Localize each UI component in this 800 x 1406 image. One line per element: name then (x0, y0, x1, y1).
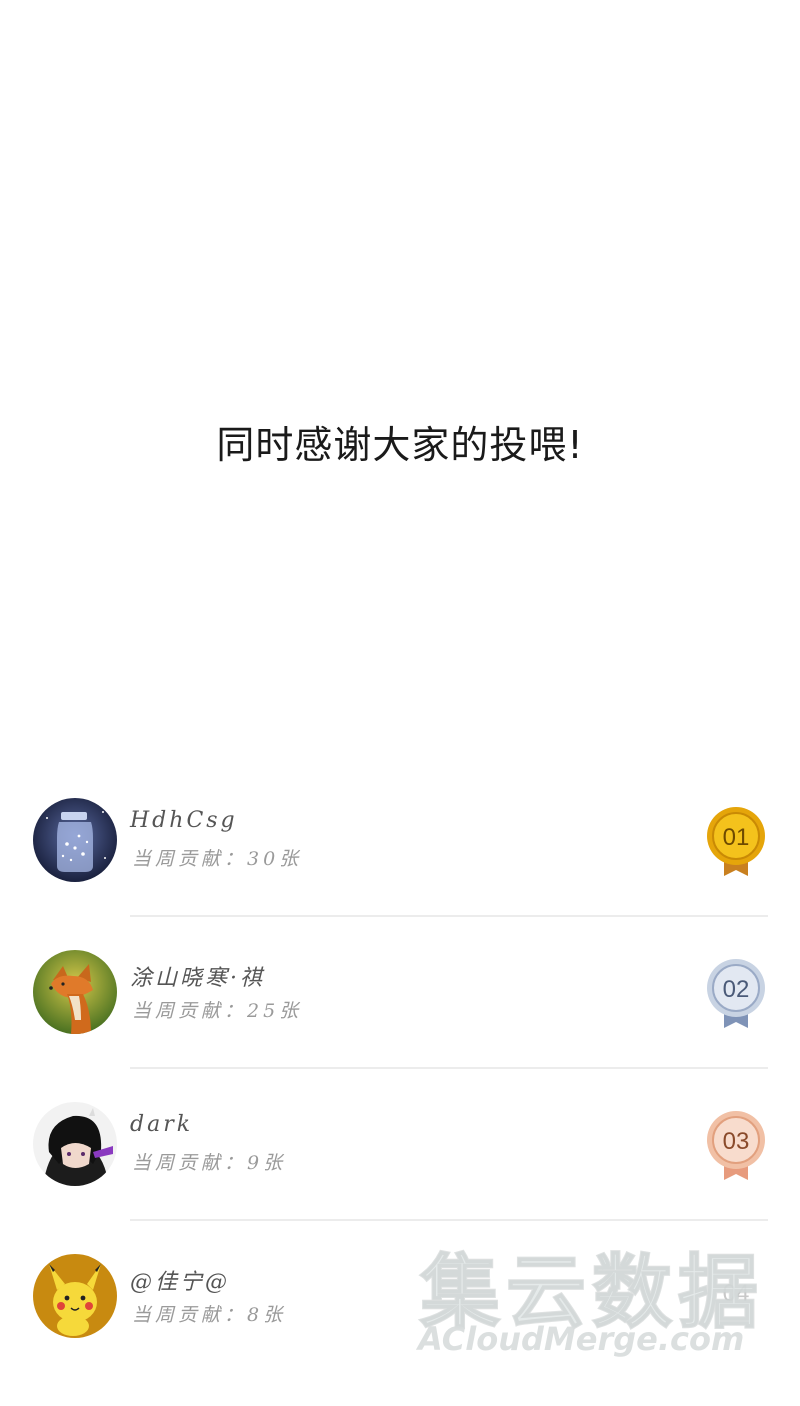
divider (130, 1219, 768, 1221)
divider (130, 1067, 768, 1069)
rank-medal-badge: 03 (704, 1110, 768, 1182)
divider (130, 915, 768, 917)
glass-jar-icon (33, 798, 117, 882)
fox-icon (33, 950, 117, 1034)
watermark-site-text: ACloudMerge.com (418, 1320, 745, 1358)
gold-medal-icon: 01 (707, 807, 765, 876)
user-name: HdhCsg (130, 808, 238, 833)
contribution-ranking-list: HdhCsg 当周贡献：30张 01 涂山晓寒·祺 当周贡献：25张 02 da… (0, 0, 800, 1371)
weekly-contribution: 当周贡献：8张 (132, 1304, 287, 1326)
rank-number: 01 (723, 824, 750, 851)
weekly-contribution: 当周贡献：25张 (132, 1000, 303, 1022)
avatar[interactable] (33, 798, 117, 882)
rank-medal-badge: 02 (704, 958, 768, 1030)
list-item[interactable]: 涂山晓寒·祺 当周贡献：25张 02 (0, 950, 800, 1102)
avatar[interactable] (33, 1102, 117, 1186)
weekly-contribution: 当周贡献：9张 (132, 1152, 287, 1174)
rank-medal-badge: 01 (704, 806, 768, 878)
anime-character-icon (33, 1102, 117, 1186)
rank-number: 03 (723, 1128, 750, 1155)
silver-medal-icon: 02 (707, 959, 765, 1028)
user-name: 涂山晓寒·祺 (130, 966, 265, 991)
avatar[interactable] (33, 950, 117, 1034)
weekly-contribution: 当周贡献：30张 (132, 848, 303, 870)
pikachu-icon (33, 1254, 117, 1338)
bronze-medal-icon: 03 (707, 1111, 765, 1180)
user-name: @佳宁@ (130, 1270, 231, 1295)
rank-number: 02 (723, 976, 750, 1003)
user-name: dark (130, 1112, 194, 1137)
list-item[interactable]: HdhCsg 当周贡献：30张 01 (0, 798, 800, 950)
avatar[interactable] (33, 1254, 117, 1338)
watermark: 集云数据 ACloudMerge.com (410, 1228, 800, 1371)
